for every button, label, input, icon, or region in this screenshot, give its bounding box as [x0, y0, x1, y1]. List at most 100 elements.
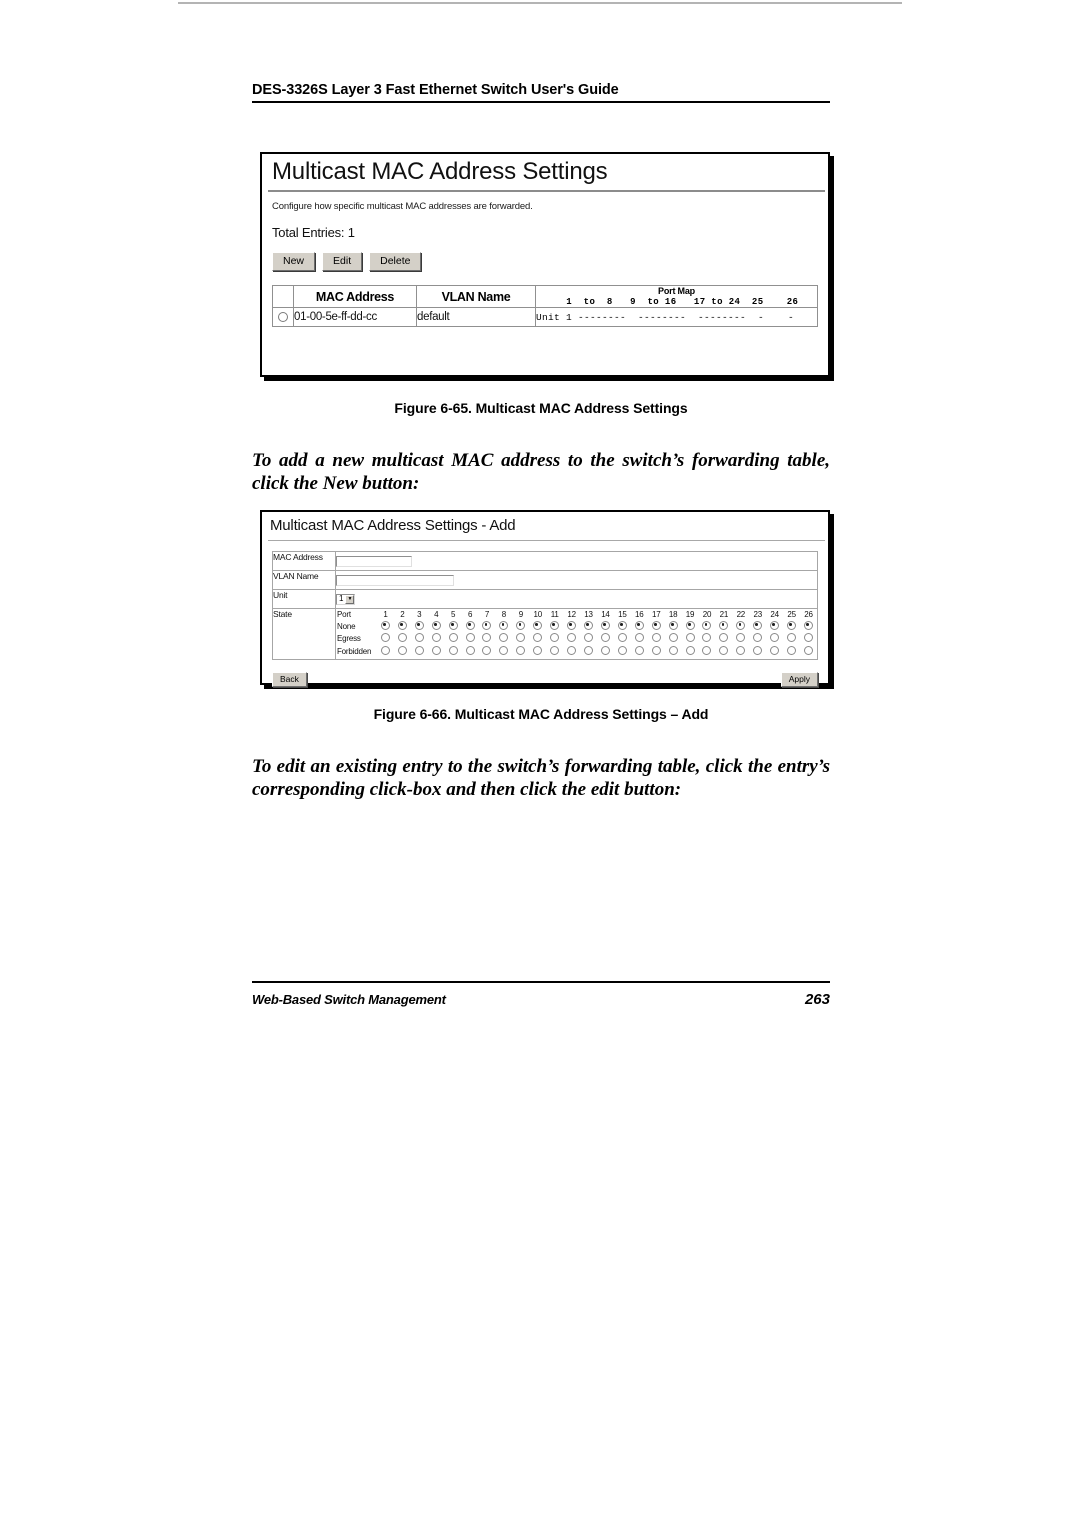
- state-cell-none-port-10[interactable]: [529, 620, 547, 634]
- radio-forbidden-port-3[interactable]: [414, 646, 424, 656]
- radio-none-port-11[interactable]: [550, 620, 560, 630]
- radio-forbidden-port-18[interactable]: [668, 646, 678, 656]
- radio-none-port-21[interactable]: [719, 620, 729, 630]
- field-vlan-name[interactable]: [335, 570, 818, 591]
- radio-none-port-10[interactable]: [533, 620, 543, 630]
- radio-egress-port-13[interactable]: [584, 633, 594, 643]
- radio-forbidden-port-26[interactable]: [804, 646, 814, 656]
- radio-none-port-1[interactable]: [380, 620, 390, 630]
- state-cell-none-port-4[interactable]: [427, 620, 445, 634]
- radio-none-port-7[interactable]: [482, 620, 492, 630]
- radio-forbidden-port-15[interactable]: [617, 646, 627, 656]
- state-cell-egress-port-17[interactable]: [647, 633, 665, 647]
- radio-forbidden-port-22[interactable]: [736, 646, 746, 656]
- state-cell-egress-port-9[interactable]: [512, 633, 530, 647]
- table-row[interactable]: 01-00-5e-ff-dd-cc default Unit 1 -------…: [272, 307, 818, 328]
- unit-select[interactable]: 1 ▼: [336, 593, 356, 605]
- radio-none-port-13[interactable]: [584, 620, 594, 630]
- radio-egress-port-5[interactable]: [448, 633, 458, 643]
- state-cell-egress-port-22[interactable]: [732, 633, 750, 647]
- state-cell-none-port-2[interactable]: [393, 620, 411, 634]
- state-cell-none-port-12[interactable]: [563, 620, 581, 634]
- state-cell-none-port-6[interactable]: [461, 620, 479, 634]
- radio-none-port-2[interactable]: [397, 620, 407, 630]
- radio-forbidden-port-5[interactable]: [448, 646, 458, 656]
- radio-none-port-12[interactable]: [567, 620, 577, 630]
- radio-forbidden-port-20[interactable]: [702, 646, 712, 656]
- radio-forbidden-port-21[interactable]: [719, 646, 729, 656]
- state-cell-forbidden-port-18[interactable]: [664, 646, 682, 659]
- state-cell-forbidden-port-4[interactable]: [427, 646, 445, 659]
- radio-egress-port-7[interactable]: [482, 633, 492, 643]
- state-cell-none-port-20[interactable]: [698, 620, 716, 634]
- state-cell-egress-port-16[interactable]: [630, 633, 648, 647]
- radio-none-port-3[interactable]: [414, 620, 424, 630]
- radio-egress-port-9[interactable]: [516, 633, 526, 643]
- state-cell-forbidden-port-9[interactable]: [512, 646, 530, 659]
- radio-egress-port-24[interactable]: [770, 633, 780, 643]
- radio-forbidden-port-19[interactable]: [685, 646, 695, 656]
- radio-none-port-22[interactable]: [736, 620, 746, 630]
- radio-egress-port-25[interactable]: [787, 633, 797, 643]
- state-cell-none-port-1[interactable]: [377, 620, 394, 634]
- state-cell-none-port-7[interactable]: [478, 620, 496, 634]
- state-cell-egress-port-12[interactable]: [563, 633, 581, 647]
- state-cell-egress-port-20[interactable]: [698, 633, 716, 647]
- state-cell-egress-port-8[interactable]: [495, 633, 513, 647]
- radio-forbidden-port-23[interactable]: [753, 646, 763, 656]
- state-cell-forbidden-port-19[interactable]: [681, 646, 699, 659]
- state-cell-none-port-22[interactable]: [732, 620, 750, 634]
- chevron-down-icon[interactable]: ▼: [345, 594, 355, 604]
- state-cell-egress-port-15[interactable]: [613, 633, 631, 647]
- state-cell-none-port-25[interactable]: [783, 620, 801, 634]
- state-cell-none-port-9[interactable]: [512, 620, 530, 634]
- radio-egress-port-23[interactable]: [753, 633, 763, 643]
- state-cell-egress-port-14[interactable]: [596, 633, 614, 647]
- radio-egress-port-2[interactable]: [397, 633, 407, 643]
- state-cell-none-port-17[interactable]: [647, 620, 665, 634]
- radio-egress-port-26[interactable]: [804, 633, 814, 643]
- state-cell-egress-port-3[interactable]: [410, 633, 428, 647]
- state-cell-egress-port-5[interactable]: [444, 633, 462, 647]
- state-cell-forbidden-port-17[interactable]: [647, 646, 665, 659]
- state-cell-forbidden-port-7[interactable]: [478, 646, 496, 659]
- state-cell-egress-port-25[interactable]: [783, 633, 801, 647]
- radio-none-port-19[interactable]: [685, 620, 695, 630]
- state-cell-none-port-11[interactable]: [546, 620, 564, 634]
- state-cell-forbidden-port-2[interactable]: [393, 646, 411, 659]
- state-cell-forbidden-port-8[interactable]: [495, 646, 513, 659]
- radio-none-port-16[interactable]: [634, 620, 644, 630]
- radio-egress-port-10[interactable]: [533, 633, 543, 643]
- radio-forbidden-port-4[interactable]: [431, 646, 441, 656]
- state-cell-forbidden-port-26[interactable]: [800, 646, 817, 659]
- radio-egress-port-16[interactable]: [634, 633, 644, 643]
- apply-button[interactable]: Apply: [780, 671, 818, 688]
- new-button[interactable]: New: [272, 252, 316, 272]
- radio-none-port-18[interactable]: [668, 620, 678, 630]
- state-cell-forbidden-port-11[interactable]: [546, 646, 564, 659]
- radio-none-port-17[interactable]: [651, 620, 661, 630]
- state-cell-forbidden-port-15[interactable]: [613, 646, 631, 659]
- state-cell-forbidden-port-10[interactable]: [529, 646, 547, 659]
- state-cell-none-port-21[interactable]: [715, 620, 733, 634]
- radio-none-port-9[interactable]: [516, 620, 526, 630]
- radio-none-port-6[interactable]: [465, 620, 475, 630]
- state-cell-egress-port-1[interactable]: [377, 633, 394, 647]
- radio-forbidden-port-1[interactable]: [380, 646, 390, 656]
- radio-forbidden-port-2[interactable]: [397, 646, 407, 656]
- radio-none-port-14[interactable]: [600, 620, 610, 630]
- radio-forbidden-port-9[interactable]: [516, 646, 526, 656]
- state-cell-egress-port-2[interactable]: [393, 633, 411, 647]
- radio-none-port-4[interactable]: [431, 620, 441, 630]
- radio-none-port-15[interactable]: [617, 620, 627, 630]
- state-cell-egress-port-7[interactable]: [478, 633, 496, 647]
- state-cell-none-port-3[interactable]: [410, 620, 428, 634]
- state-cell-forbidden-port-5[interactable]: [444, 646, 462, 659]
- mac-address-input[interactable]: [336, 555, 412, 567]
- state-cell-none-port-26[interactable]: [800, 620, 817, 634]
- vlan-name-input[interactable]: [336, 574, 454, 586]
- state-cell-forbidden-port-25[interactable]: [783, 646, 801, 659]
- radio-none-port-20[interactable]: [702, 620, 712, 630]
- field-unit[interactable]: 1 ▼: [335, 589, 818, 610]
- state-cell-egress-port-23[interactable]: [749, 633, 767, 647]
